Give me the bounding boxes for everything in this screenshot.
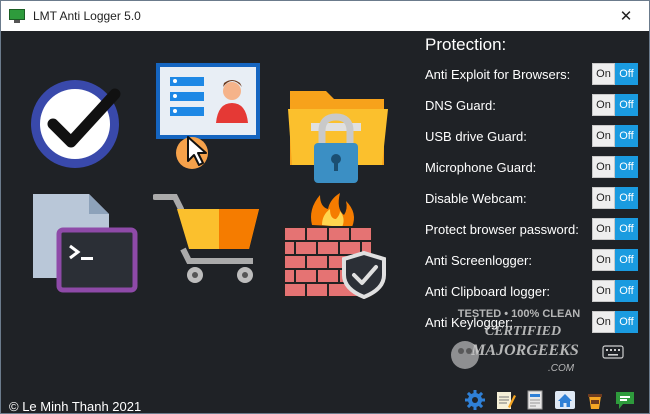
option-row-microphone-guard: Microphone Guard: On Off — [425, 154, 639, 180]
option-row-anti-clipboard-logger: Anti Clipboard logger: On Off — [425, 278, 639, 304]
close-button[interactable]: ✕ — [603, 1, 649, 31]
option-row-anti-exploit: Anti Exploit for Browsers: On Off — [425, 61, 639, 87]
firewall-shield-icon[interactable] — [278, 189, 390, 300]
copyright-text: © Le Minh Thanh 2021 — [9, 399, 142, 414]
app-window: LMT Anti Logger 5.0 ✕ Protection: Anti E… — [0, 0, 650, 414]
toggle-on[interactable]: On — [592, 187, 615, 209]
option-label: USB drive Guard: — [425, 128, 527, 144]
toggle-on[interactable]: On — [592, 249, 615, 271]
toggle-on[interactable]: On — [592, 94, 615, 116]
option-label: Disable Webcam: — [425, 190, 527, 206]
protection-title: Protection: — [425, 35, 507, 54]
microphone-guard-toggle[interactable]: On Off — [592, 156, 638, 178]
option-label: Anti Keylogger: — [425, 314, 514, 330]
toggle-off[interactable]: Off — [615, 63, 638, 85]
option-row-usb-guard: USB drive Guard: On Off — [425, 123, 639, 149]
anti-keylogger-toggle[interactable]: On Off — [592, 311, 638, 333]
toggle-off[interactable]: Off — [615, 94, 638, 116]
anti-screenlogger-toggle[interactable]: On Off — [592, 249, 638, 271]
settings-gear-icon[interactable] — [463, 388, 487, 412]
toggle-on[interactable]: On — [592, 156, 615, 178]
keyboard-icon[interactable] — [602, 345, 624, 359]
document-icon[interactable] — [523, 388, 547, 412]
main-content: Protection: Anti Exploit for Browsers: O… — [1, 31, 649, 414]
option-label: Anti Exploit for Browsers: — [425, 66, 571, 82]
option-row-disable-webcam: Disable Webcam: On Off — [425, 185, 639, 211]
anti-exploit-toggle[interactable]: On Off — [592, 63, 638, 85]
coffee-cup-icon[interactable] — [583, 388, 607, 412]
home-icon[interactable] — [553, 388, 577, 412]
title-bar: LMT Anti Logger 5.0 ✕ — [1, 1, 649, 31]
anti-clipboard-logger-toggle[interactable]: On Off — [592, 280, 638, 302]
notepad-icon[interactable] — [493, 388, 517, 412]
locked-folder-icon[interactable] — [284, 61, 390, 196]
user-profile-icon[interactable] — [154, 61, 262, 196]
option-label: Protect browser password: — [425, 221, 579, 237]
toggle-on[interactable]: On — [592, 280, 615, 302]
usb-guard-toggle[interactable]: On Off — [592, 125, 638, 147]
message-icon[interactable] — [613, 388, 637, 412]
terminal-file-icon[interactable] — [29, 186, 139, 296]
option-label: Anti Clipboard logger: — [425, 283, 551, 299]
option-label: DNS Guard: — [425, 97, 496, 113]
shopping-cart-icon[interactable] — [152, 191, 265, 291]
option-row-protect-browser-password: Protect browser password: On Off — [425, 216, 639, 242]
toggle-on[interactable]: On — [592, 63, 615, 85]
protect-browser-password-toggle[interactable]: On Off — [592, 218, 638, 240]
app-monitor-icon — [9, 9, 25, 23]
toggle-on[interactable]: On — [592, 125, 615, 147]
toggle-off[interactable]: Off — [615, 311, 638, 333]
toggle-on[interactable]: On — [592, 311, 615, 333]
clock-check-icon[interactable] — [23, 69, 133, 179]
watermark-line4: .COM — [548, 363, 575, 374]
toggle-off[interactable]: Off — [615, 280, 638, 302]
toggle-off[interactable]: Off — [615, 156, 638, 178]
disable-webcam-toggle[interactable]: On Off — [592, 187, 638, 209]
watermark-line3: MAJORGEEKS — [470, 342, 579, 359]
toggle-off[interactable]: Off — [615, 125, 638, 147]
option-row-anti-keylogger: Anti Keylogger: On Off — [425, 309, 639, 335]
option-row-anti-screenlogger: Anti Screenlogger: On Off — [425, 247, 639, 273]
dns-guard-toggle[interactable]: On Off — [592, 94, 638, 116]
option-label: Microphone Guard: — [425, 159, 537, 175]
toggle-off[interactable]: Off — [615, 249, 638, 271]
bottom-toolbar — [463, 388, 637, 414]
option-row-dns-guard: DNS Guard: On Off — [425, 92, 639, 118]
option-label: Anti Screenlogger: — [425, 252, 532, 268]
toggle-on[interactable]: On — [592, 218, 615, 240]
toggle-off[interactable]: Off — [615, 187, 638, 209]
toggle-off[interactable]: Off — [615, 218, 638, 240]
window-title: LMT Anti Logger 5.0 — [33, 9, 141, 23]
